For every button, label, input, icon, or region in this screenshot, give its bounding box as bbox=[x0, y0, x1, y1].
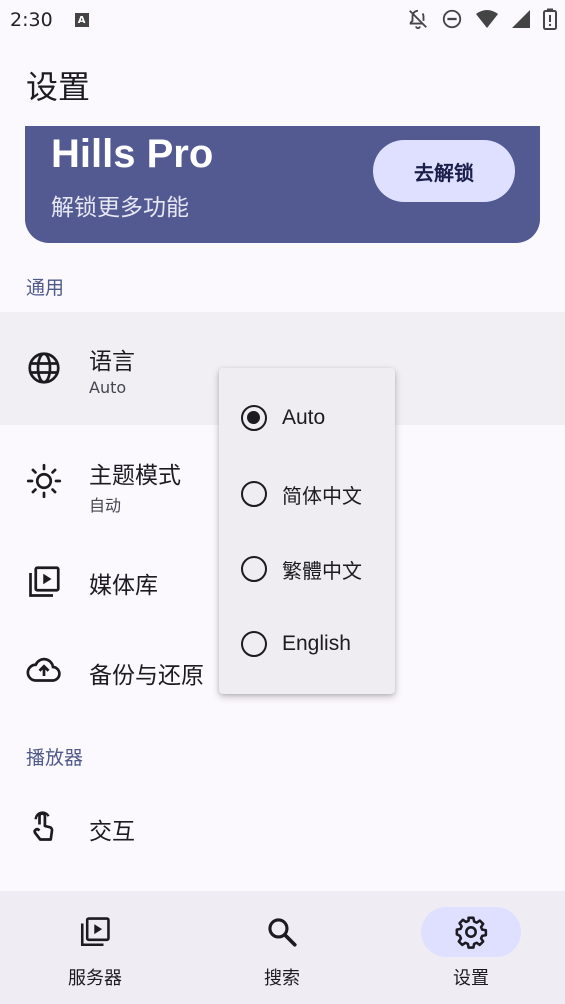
theme-text: 主题模式 自动 bbox=[89, 456, 181, 516]
cloud-upload-icon bbox=[26, 657, 61, 682]
status-icons bbox=[407, 8, 557, 30]
option-label: Auto bbox=[282, 406, 326, 429]
signal-icon bbox=[512, 10, 530, 28]
radio-icon bbox=[241, 481, 267, 507]
radio-selected-icon bbox=[241, 405, 267, 431]
language-option-english[interactable]: English bbox=[219, 614, 395, 674]
nav-item-search[interactable]: 搜索 bbox=[222, 891, 342, 1004]
language-value: Auto bbox=[89, 378, 127, 397]
banner-title: Hills Pro bbox=[51, 132, 214, 176]
battery-icon bbox=[543, 8, 557, 30]
media-library-text: 媒体库 bbox=[89, 566, 158, 600]
nav-item-settings[interactable]: 设置 bbox=[411, 891, 531, 1004]
language-option-auto[interactable]: Auto bbox=[219, 388, 395, 448]
video-library-icon bbox=[29, 566, 60, 597]
globe-icon bbox=[28, 352, 60, 384]
language-text: 语言 Auto bbox=[89, 342, 135, 397]
wifi-icon bbox=[476, 10, 498, 28]
notification-icon: A bbox=[74, 13, 89, 27]
gear-icon bbox=[455, 916, 488, 949]
nav-label-settings: 设置 bbox=[453, 968, 489, 989]
interaction-text: 交互 bbox=[89, 812, 135, 846]
settings-item-interaction[interactable]: 交互 bbox=[0, 782, 565, 874]
option-label: 繁體中文 bbox=[282, 558, 362, 583]
page-title: 设置 bbox=[26, 68, 91, 106]
banner-subtitle: 解锁更多功能 bbox=[51, 195, 189, 221]
nav-label-servers: 服务器 bbox=[68, 968, 122, 989]
video-library-icon bbox=[80, 917, 110, 947]
radio-icon bbox=[241, 631, 267, 657]
backup-title: 备份与还原 bbox=[89, 663, 204, 689]
language-title: 语言 bbox=[89, 349, 135, 375]
touch-icon bbox=[33, 811, 54, 841]
status-time: 2:30 bbox=[10, 9, 53, 31]
search-icon bbox=[268, 918, 297, 947]
language-option-simplified-chinese[interactable]: 简体中文 bbox=[219, 464, 395, 524]
section-header-general: 通用 bbox=[26, 277, 65, 299]
nav-item-servers[interactable]: 服务器 bbox=[35, 891, 155, 1004]
bottom-navigation: 服务器 搜索 设置 bbox=[0, 891, 565, 1004]
brightness-icon bbox=[26, 463, 62, 499]
radio-icon bbox=[241, 556, 267, 582]
pro-banner: Hills Pro 解锁更多功能 去解锁 bbox=[25, 126, 540, 243]
media-library-title: 媒体库 bbox=[89, 573, 158, 599]
language-option-traditional-chinese[interactable]: 繁體中文 bbox=[219, 539, 395, 599]
theme-title: 主题模式 bbox=[89, 463, 181, 489]
interaction-title: 交互 bbox=[89, 819, 135, 845]
nav-label-search: 搜索 bbox=[264, 968, 300, 989]
status-bar: 2:30 A bbox=[0, 0, 565, 40]
do-not-disturb-icon bbox=[442, 9, 462, 29]
language-menu: Auto 简体中文 繁體中文 English bbox=[219, 368, 395, 694]
option-label: English bbox=[282, 632, 351, 655]
backup-text: 备份与还原 bbox=[89, 656, 204, 690]
bell-off-icon bbox=[409, 9, 427, 30]
theme-value: 自动 bbox=[89, 496, 122, 515]
section-header-player: 播放器 bbox=[26, 747, 84, 769]
unlock-button[interactable]: 去解锁 bbox=[373, 140, 515, 202]
option-label: 简体中文 bbox=[282, 483, 362, 508]
